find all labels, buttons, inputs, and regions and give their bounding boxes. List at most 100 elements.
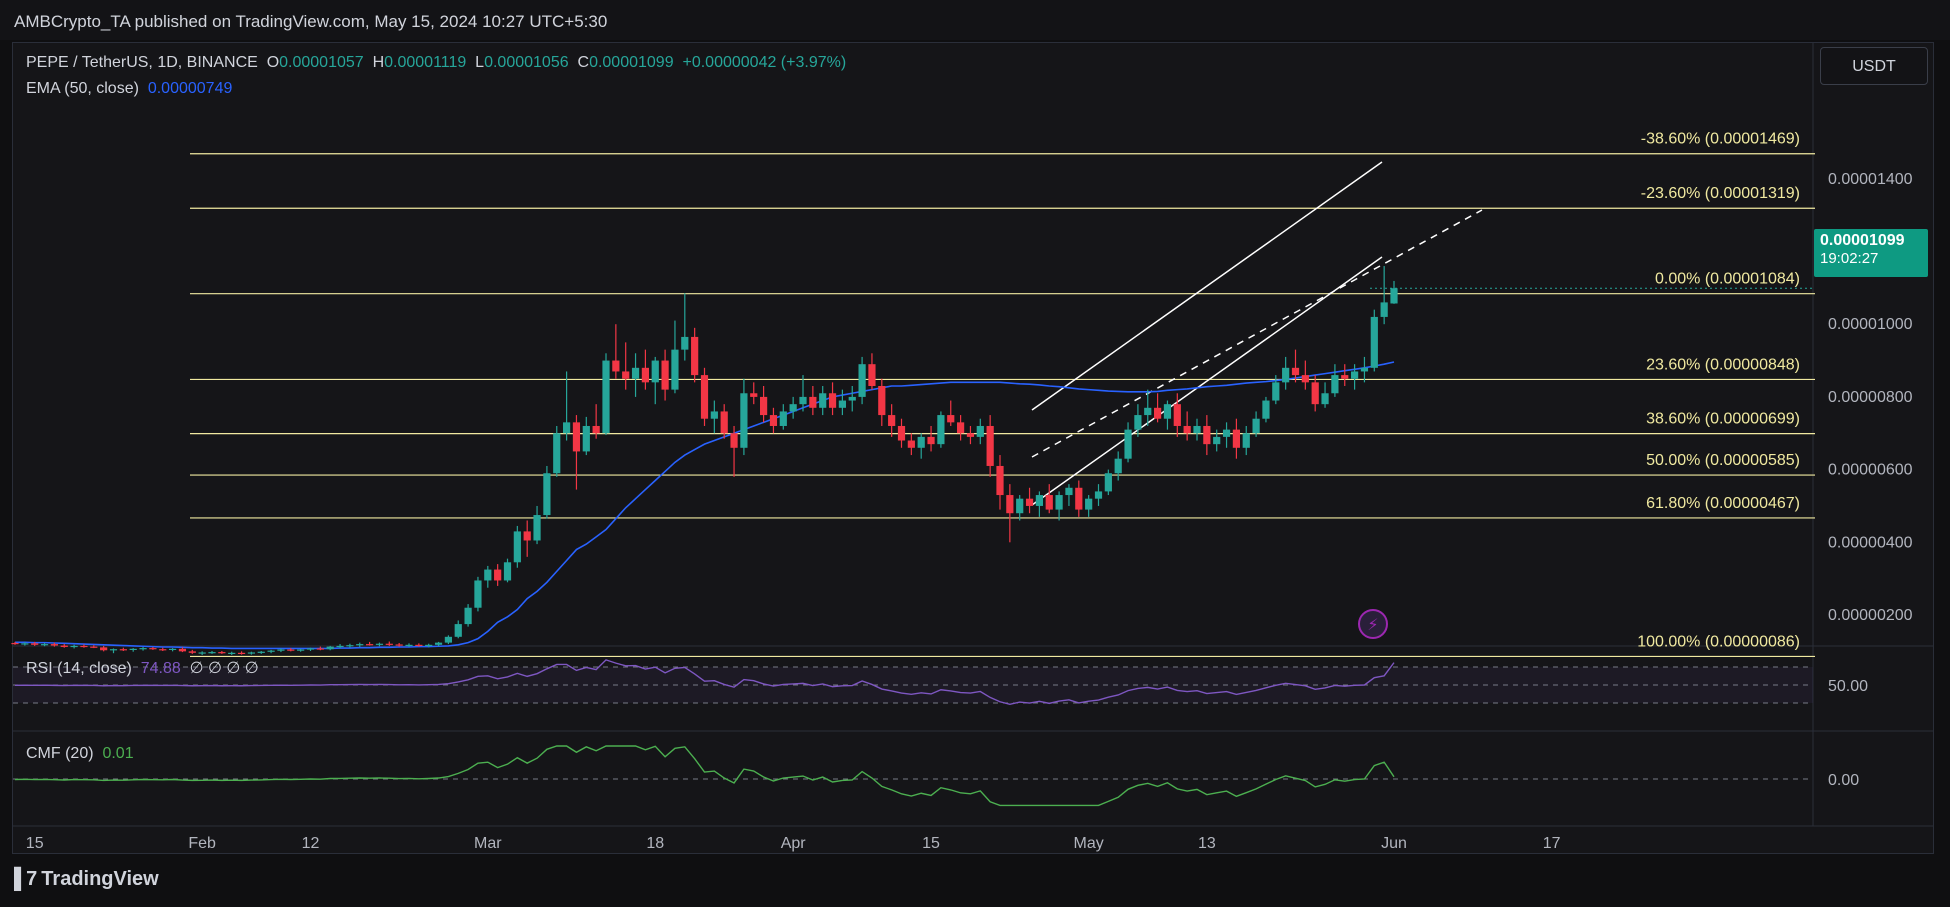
- chart-canvas[interactable]: 0.000014000.000012000.000010000.00000800…: [0, 0, 1950, 907]
- fib-level-label: -38.60% (0.00001469): [1641, 131, 1800, 148]
- candle-body: [149, 648, 157, 650]
- x-tick-label: May: [1074, 835, 1104, 852]
- rsi-legend: RSI (14, close) 74.88 ∅ ∅ ∅ ∅: [26, 658, 259, 678]
- candle-body: [1045, 495, 1053, 510]
- candle-body: [31, 643, 39, 645]
- fib-level-label: 23.60% (0.00000848): [1646, 356, 1800, 373]
- candle-body: [375, 643, 384, 645]
- last-price-tag: 0.00001099 19:02:27: [1814, 229, 1928, 277]
- candle-body: [868, 364, 876, 386]
- y-tick-label: 0.00001400: [1828, 171, 1913, 188]
- candle-body: [681, 336, 689, 350]
- candle-body: [21, 643, 29, 645]
- fib-level-label: 61.80% (0.00000467): [1646, 495, 1800, 512]
- candle-body: [976, 425, 984, 437]
- candle-body: [572, 422, 581, 452]
- candle-body: [1272, 382, 1280, 401]
- candle-body: [228, 652, 236, 655]
- candle-body: [1341, 375, 1349, 379]
- candle-body: [1065, 487, 1073, 496]
- candle-body: [454, 624, 462, 637]
- candle-body: [937, 415, 945, 445]
- candle-body: [218, 652, 226, 654]
- candle-body: [178, 648, 187, 652]
- change-value: +0.00000042 (+3.97%): [682, 54, 847, 71]
- candle-body: [188, 651, 196, 653]
- candle-body: [1311, 382, 1319, 405]
- candle-body: [700, 375, 709, 419]
- candle-body: [1134, 415, 1142, 430]
- candle-body: [60, 645, 68, 647]
- candle-body: [484, 569, 492, 581]
- candle-body: [287, 649, 295, 651]
- candle-body: [1232, 429, 1240, 448]
- candles-group: [11, 266, 1398, 655]
- candle-body: [257, 651, 265, 653]
- candle-body: [533, 515, 541, 541]
- symbol-name: PEPE / TetherUS, 1D, BINANCE: [26, 54, 258, 71]
- candle-body: [1154, 407, 1162, 419]
- candle-body: [1351, 371, 1359, 379]
- y-tick-label: 0.00001000: [1828, 316, 1913, 333]
- candle-body: [828, 393, 837, 408]
- candle-body: [563, 422, 571, 434]
- x-tick-label: 15: [26, 835, 44, 852]
- candle-body: [1203, 425, 1211, 445]
- candle-body: [622, 371, 630, 379]
- candle-body: [858, 364, 866, 397]
- candle-body: [405, 644, 413, 647]
- candle-body: [247, 652, 255, 654]
- candle-body: [986, 425, 994, 466]
- candle-body: [1104, 473, 1112, 492]
- candle-body: [1183, 425, 1191, 434]
- candle-body: [50, 644, 58, 646]
- candle-body: [917, 436, 925, 448]
- candle-body: [947, 415, 955, 423]
- x-tick-label: Mar: [474, 835, 502, 852]
- close-value: 0.00001099: [589, 54, 674, 71]
- candle-body: [957, 422, 965, 434]
- candle-body: [1035, 495, 1043, 506]
- rsi-value: 74.88: [140, 660, 181, 677]
- fib-level-label: 0.00% (0.00001084): [1655, 271, 1800, 288]
- candle-body: [691, 336, 699, 376]
- candle-body: [80, 645, 88, 648]
- candle-body: [720, 411, 728, 434]
- candle-body: [277, 649, 285, 651]
- candle-body: [671, 349, 679, 390]
- candle-body: [1321, 393, 1329, 405]
- tradingview-footer[interactable]: ▌7 TradingView: [14, 868, 159, 891]
- candle-body: [1163, 404, 1172, 419]
- candle-body: [1380, 302, 1388, 317]
- candle-body: [366, 644, 374, 646]
- candle-body: [750, 393, 758, 397]
- candle-body: [306, 648, 315, 650]
- candle-body: [1016, 498, 1024, 514]
- y-tick-label: 0.00000400: [1828, 534, 1913, 551]
- candle-body: [336, 645, 344, 648]
- candle-body: [927, 436, 935, 445]
- candle-body: [1193, 425, 1201, 434]
- candle-body: [1370, 316, 1378, 368]
- y-tick-label: 0.00000200: [1828, 607, 1913, 624]
- candle-body: [40, 644, 49, 646]
- fib-level-label: 100.00% (0.00000086): [1637, 633, 1800, 650]
- x-tick-label: 12: [302, 835, 320, 852]
- candle-body: [1173, 404, 1181, 426]
- high-label: H: [372, 54, 385, 71]
- candle-body: [474, 580, 482, 608]
- fib-level-label: 38.60% (0.00000699): [1646, 411, 1800, 428]
- candle-body: [1213, 436, 1221, 445]
- candle-body: [1075, 487, 1083, 510]
- close-label: C: [577, 54, 590, 71]
- candle-body: [70, 645, 78, 648]
- candle-body: [434, 642, 443, 645]
- currency-button[interactable]: USDT: [1820, 47, 1928, 85]
- candle-body: [267, 650, 275, 652]
- rsi-label: RSI (14, close): [26, 660, 132, 677]
- candle-body: [1301, 375, 1309, 383]
- candle-body: [779, 411, 787, 426]
- candle-body: [1252, 418, 1260, 434]
- cmf-tick-label: 0.00: [1828, 772, 1859, 789]
- x-tick-label: 15: [922, 835, 940, 852]
